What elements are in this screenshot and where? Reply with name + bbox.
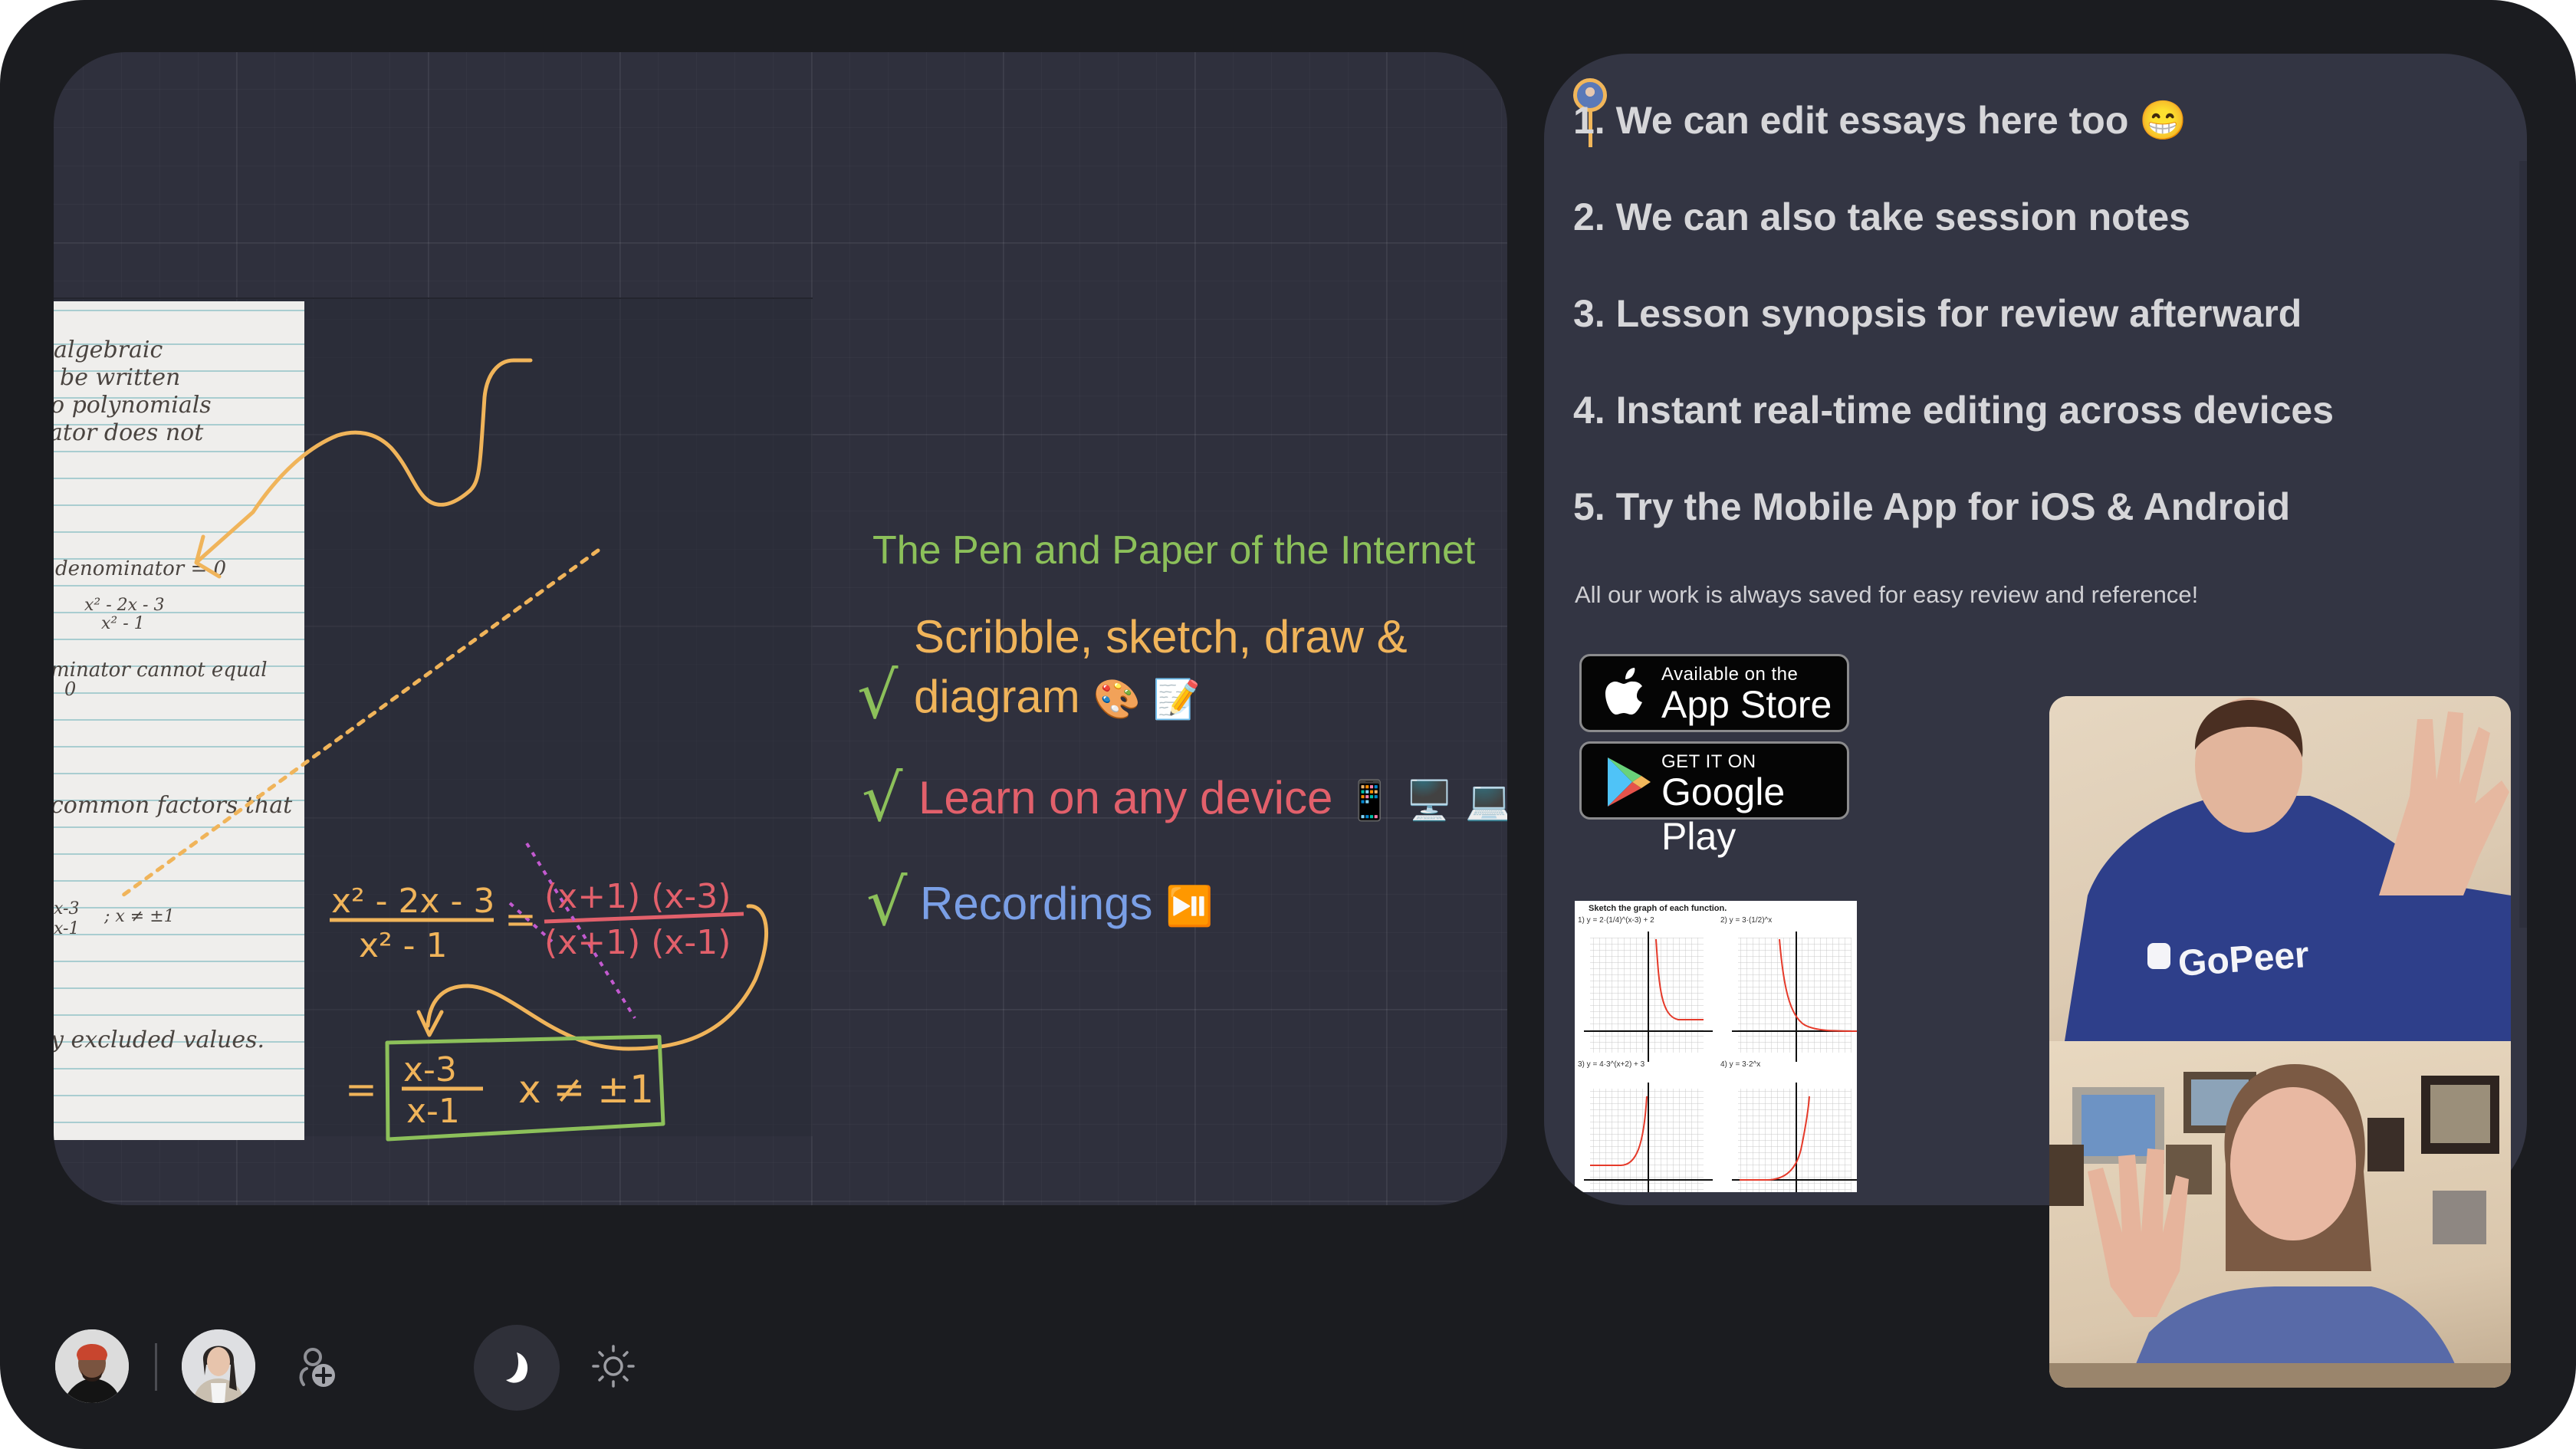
gopeer-logo-icon [2147, 943, 2170, 969]
note-line[interactable]: 4. Instant real-time editing across devi… [1573, 388, 2334, 432]
app-frame: algebraic be written o polynomials ator … [0, 0, 2576, 1449]
apple-icon [1605, 668, 1642, 715]
paper-note: ator does not [54, 419, 204, 446]
checkmark-icon: √ [857, 658, 899, 733]
feature-text: Scribble, sketch, draw & [914, 611, 1408, 662]
video-participant-tutor[interactable]: GoPeer [2049, 696, 2511, 1041]
feature-item-device: Learn on any device 📱 🖥️ 💻 [918, 771, 1507, 824]
paper-note: 0 [64, 678, 77, 700]
paper-note: denominator = 0 [55, 557, 227, 580]
paper-note: x² - 1 [101, 614, 145, 633]
paper-note: x-3 [54, 899, 80, 918]
worksheet-image[interactable]: Sketch the graph of each function. 1) y … [1575, 901, 1857, 1192]
toolbar-divider [155, 1343, 157, 1391]
note-line[interactable]: 5. Try the Mobile App for iOS & Android [1573, 485, 2290, 529]
worksheet-graphs [1584, 932, 1857, 1192]
paper-note: x² - 2x - 3 [84, 596, 165, 615]
whiteboard-canvas[interactable]: algebraic be written o polynomials ator … [54, 52, 1507, 1205]
note-line[interactable]: 3. Lesson synopsis for review afterward [1573, 291, 2302, 336]
note-line[interactable]: 2. We can also take session notes [1573, 195, 2190, 239]
dark-mode-toggle[interactable] [474, 1325, 560, 1411]
participant-avatar[interactable] [182, 1329, 255, 1403]
tutor-video-frame [2065, 698, 2511, 1041]
paper-note: algebraic [54, 337, 163, 363]
palette-memo-emoji-icon: 🎨 📝 [1092, 677, 1201, 721]
participant-photo [182, 1329, 255, 1403]
checkmark-icon: √ [866, 865, 908, 940]
app-store-big-label: App Store [1661, 683, 1832, 726]
participant-avatar[interactable] [55, 1329, 129, 1403]
notes-scrollbar[interactable] [2519, 161, 2527, 928]
paper-note: o polynomials [54, 392, 212, 419]
app-store-badge[interactable]: Available on the App Store [1579, 654, 1849, 732]
add-participant-button[interactable] [293, 1343, 342, 1392]
feature-text: Learn on any device [918, 772, 1333, 823]
feature-item-scribble: Scribble, sketch, draw & diagram 🎨 📝 [914, 607, 1408, 729]
light-mode-toggle[interactable] [590, 1343, 636, 1389]
whiteboard-title: The Pen and Paper of the Internet [872, 528, 1476, 573]
paper-note: y excluded values. [54, 1027, 265, 1053]
notes-subtitle: All our work is always saved for easy re… [1575, 581, 2199, 608]
paper-note: minator cannot equal [54, 659, 268, 682]
play-pause-emoji-icon: ⏯️ [1165, 884, 1214, 928]
google-play-badge[interactable]: GET IT ON Google Play [1579, 741, 1849, 858]
student-video-frame [2049, 1064, 2511, 1388]
video-call-tile[interactable]: GoPeer [2049, 696, 2511, 1388]
devices-emoji-icon: 📱 🖥️ 💻 [1346, 778, 1507, 823]
paper-note: ; x ≠ ±1 [104, 907, 175, 926]
sun-icon [592, 1345, 635, 1388]
video-participant-student[interactable] [2049, 1041, 2511, 1388]
google-play-big-label: Google Play [1661, 770, 1786, 858]
paper-note: be written [60, 364, 181, 391]
checkmark-icon: √ [862, 761, 903, 836]
feature-text: Recordings [920, 878, 1153, 929]
participant-photo [55, 1329, 129, 1403]
moon-icon [506, 1352, 528, 1383]
feature-item-recordings: Recordings ⏯️ [920, 877, 1213, 930]
google-play-icon [1608, 757, 1651, 807]
paper-note: common factors that [54, 792, 293, 819]
add-user-icon [299, 1348, 335, 1387]
notebook-paper-image[interactable]: algebraic be written o polynomials ator … [54, 301, 304, 1140]
feature-text: diagram [914, 671, 1080, 722]
note-line[interactable]: 1. We can edit essays here too 😁 [1573, 98, 2187, 143]
paper-note: x-1 [54, 919, 80, 938]
